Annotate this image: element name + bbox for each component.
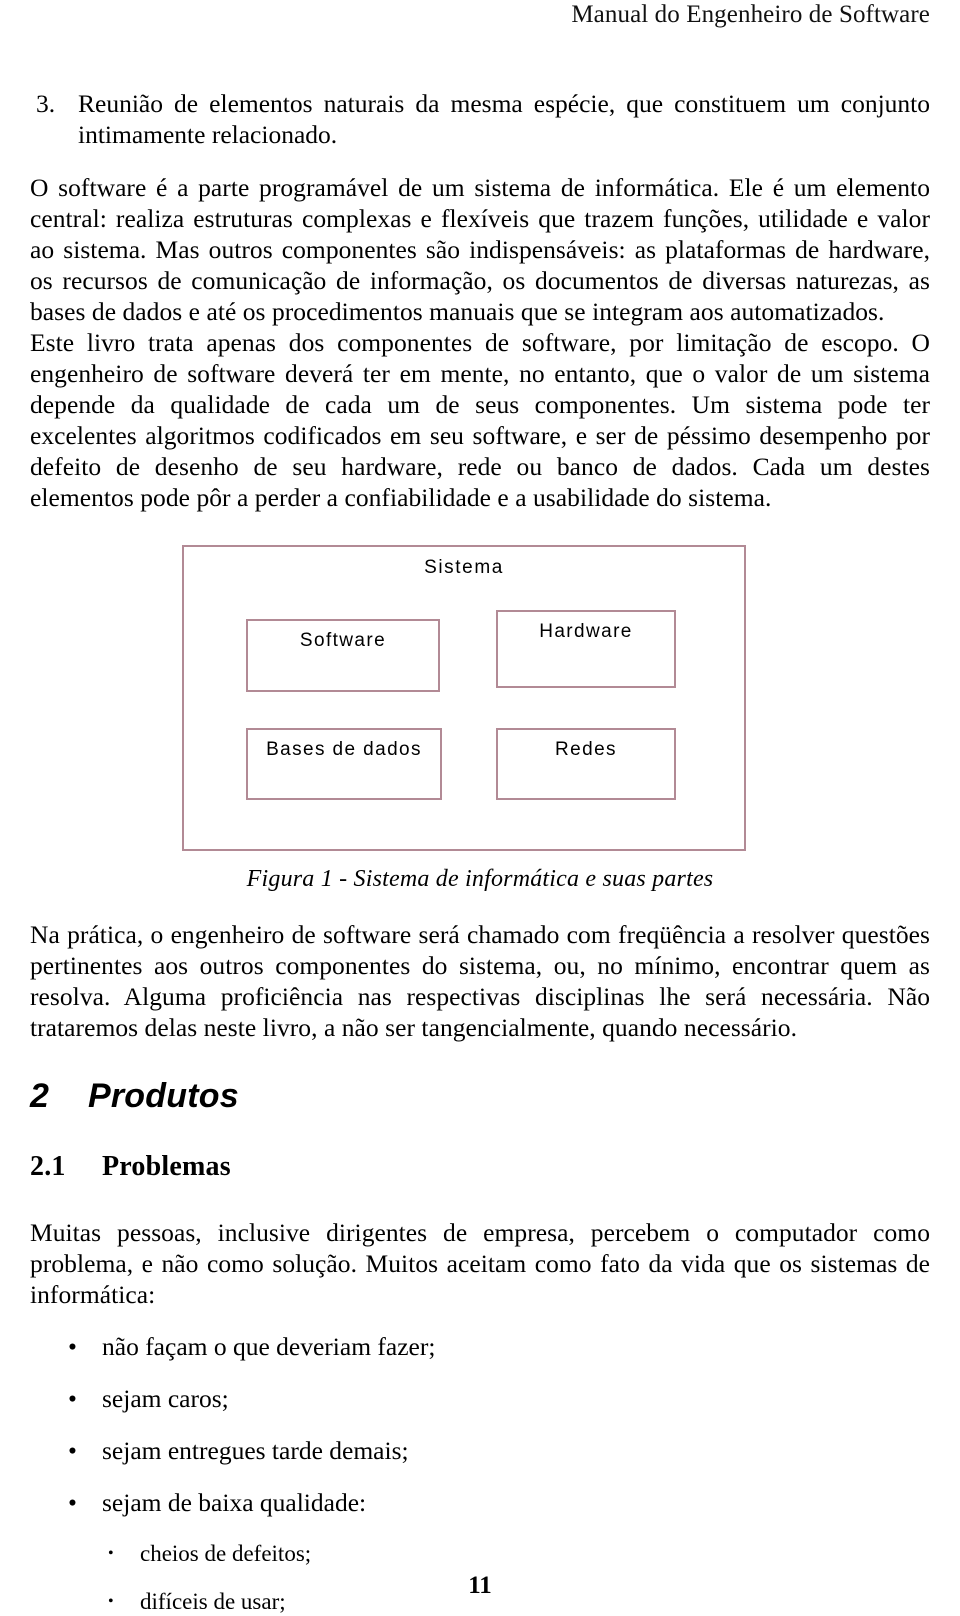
list-item: • sejam de baixa qualidade: [30, 1487, 930, 1518]
sub-list-item: • cheios de defeitos; [30, 1539, 930, 1568]
document-page: Manual do Engenheiro de Software 3. Reun… [0, 0, 960, 1616]
heading-number: 2.1 [30, 1151, 66, 1182]
diagram-title-label: Sistema [424, 557, 504, 578]
heading-subsection-2-1-problemas: 2.1 Problemas [30, 1149, 930, 1185]
diagram-outer-box-sistema: Sistema Software Hardware Bases de dados… [182, 545, 746, 851]
page-number: 11 [468, 1572, 492, 1599]
list-item-text: sejam de baixa qualidade: [102, 1488, 367, 1517]
diagram-node-hardware: Hardware [496, 610, 676, 688]
paragraph-problems-intro: Muitas pessoas, inclusive dirigentes de … [30, 1218, 930, 1309]
sub-list-item-text: cheios de defeitos; [140, 1541, 312, 1566]
figure-caption: Figura 1 - Sistema de informática e suas… [246, 866, 714, 892]
heading-text: Problemas [102, 1151, 231, 1182]
paragraph-practice: Na prática, o engenheiro de software ser… [30, 920, 930, 1042]
list-item-text: sejam entregues tarde demais; [102, 1436, 409, 1465]
diagram-node-label: Software [299, 630, 387, 651]
list-item-number: 3. [36, 89, 56, 118]
list-item-text: Reunião de elementos naturais da mesma e… [78, 89, 930, 149]
diagram-node-label: Redes [555, 739, 617, 760]
diagram-node-label: Hardware [539, 621, 633, 642]
paragraph-software-definition: O software é a parte programável de um s… [30, 173, 930, 326]
diagram-node-label: Bases de dados [266, 739, 422, 760]
bullet-icon: • [68, 1436, 77, 1465]
running-header: Manual do Engenheiro de Software [571, 1, 930, 28]
figure-1: Sistema Software Hardware Bases de dados… [30, 539, 930, 919]
bullet-icon: • [68, 1384, 77, 1413]
paragraph-book-scope: Este livro trata apenas dos componentes … [30, 328, 930, 512]
bullet-icon: • [68, 1332, 77, 1361]
heading-number: 2 [30, 1077, 50, 1115]
list-item-text: sejam caros; [102, 1384, 229, 1413]
list-item: • sejam entregues tarde demais; [30, 1435, 930, 1466]
bullet-icon: • [68, 1488, 77, 1517]
heading-text: Produtos [88, 1077, 239, 1115]
list-item: • sejam caros; [30, 1383, 930, 1414]
list-item: • não façam o que deveriam fazer; [30, 1331, 930, 1362]
bullet-icon: • [108, 1545, 114, 1562]
list-item-text: não façam o que deveriam fazer; [102, 1332, 436, 1361]
page-content: 3. Reunião de elementos naturais da mesm… [30, 88, 930, 1616]
numbered-list-item-3: 3. Reunião de elementos naturais da mesm… [30, 88, 930, 150]
diagram-node-redes: Redes [496, 728, 676, 800]
diagram-node-software: Software [246, 619, 440, 692]
heading-section-2-produtos: 2 Produtos [30, 1075, 930, 1117]
diagram-node-bases-de-dados: Bases de dados [246, 728, 442, 800]
